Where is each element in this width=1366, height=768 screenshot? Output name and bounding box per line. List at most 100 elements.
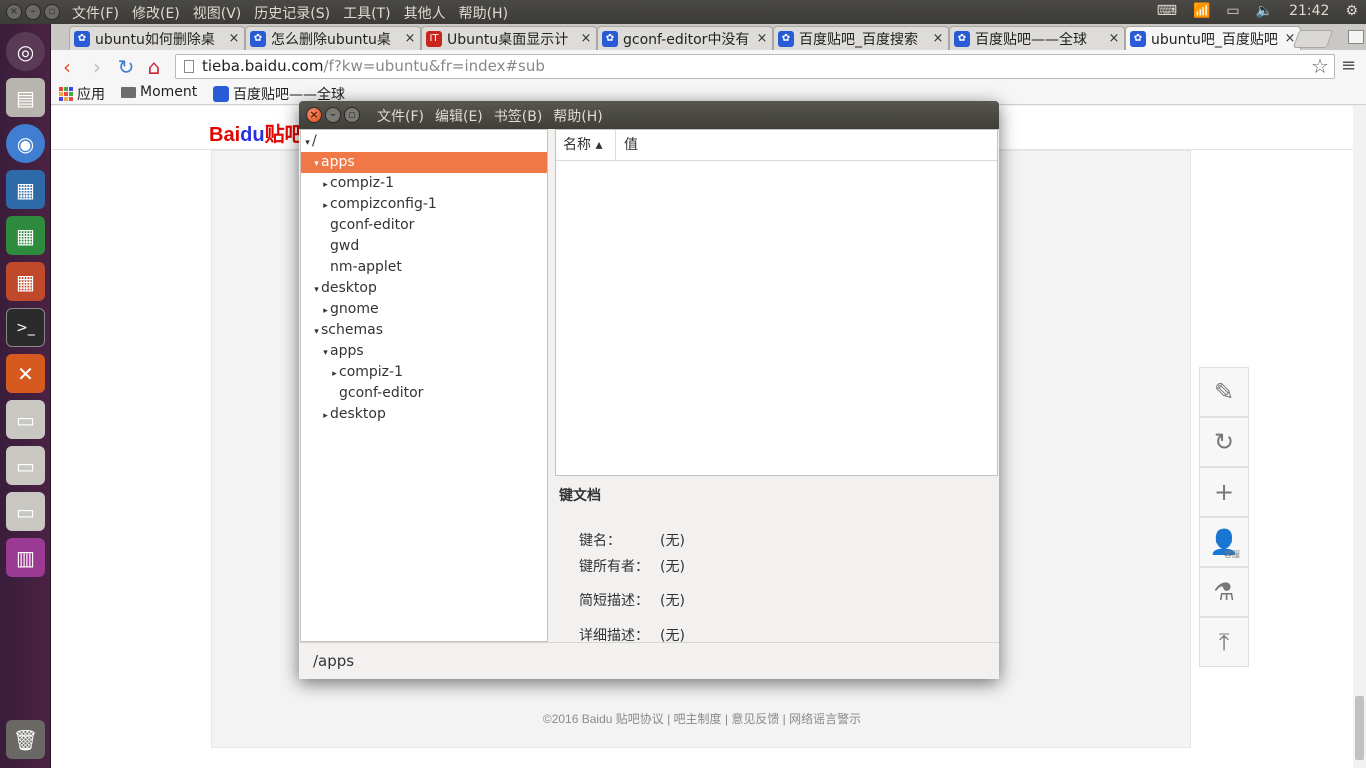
star-icon[interactable]: ☆ (1311, 54, 1329, 78)
dash-icon[interactable]: ◎ (6, 32, 45, 71)
expander-icon[interactable]: ▾ (312, 154, 321, 175)
terminal-icon[interactable]: >_ (6, 308, 45, 347)
volume-icon[interactable]: 🔈 (1256, 3, 1273, 19)
close-tab-icon[interactable]: × (404, 31, 416, 46)
lab-flask-icon[interactable]: ⚗ (1199, 567, 1249, 617)
back-icon[interactable]: ‹ (54, 54, 80, 80)
bookmark-moment[interactable]: Moment (121, 84, 197, 100)
tree-row-selected[interactable]: ▾ apps (301, 152, 547, 173)
menu-help[interactable]: 帮助(H) (459, 3, 508, 23)
address-bar[interactable]: tieba.baidu.com/f?kw=ubuntu&fr=index#sub (175, 54, 1335, 79)
tab[interactable]: ✿ ubuntu如何删除桌 × (69, 26, 245, 50)
page-scrollbar[interactable] (1353, 106, 1366, 768)
tree-row[interactable]: gwd (301, 236, 547, 257)
drive-icon[interactable]: ▭ (6, 400, 45, 439)
dialog-menu-edit[interactable]: 编辑(E) (435, 106, 483, 126)
expander-down-icon[interactable]: ▾ (303, 133, 312, 154)
dialog-menu-help[interactable]: 帮助(H) (553, 106, 602, 126)
tree-row[interactable]: nm-applet (301, 257, 547, 278)
baidu-tieba-logo[interactable]: Baidu贴吧 (209, 118, 305, 147)
tree-row[interactable]: ▸ compizconfig-1 (301, 194, 547, 215)
tree-row[interactable]: ▾ schemas (301, 320, 547, 341)
minimize-icon[interactable]: – (325, 107, 341, 123)
settings-tools-icon[interactable]: ✕ (6, 354, 45, 393)
customer-service-icon[interactable]: 👤 客服 (1199, 517, 1249, 567)
close-icon[interactable]: × (306, 107, 322, 123)
menu-tools[interactable]: 工具(T) (343, 3, 390, 23)
baidu-paw-icon: ✿ (74, 30, 90, 47)
dialog-menu-bookmarks[interactable]: 书签(B) (494, 106, 543, 126)
hamburger-menu-icon[interactable]: ≡ (1341, 55, 1356, 76)
tab-active[interactable]: ✿ ubuntu吧_百度贴吧 × (1125, 26, 1301, 50)
reload-icon[interactable]: ↻ (113, 54, 139, 80)
wifi-icon[interactable]: 📶 (1193, 3, 1210, 19)
tab[interactable]: ✿ 怎么删除ubuntu桌 × (245, 26, 421, 50)
expander-icon[interactable]: ▸ (321, 301, 330, 322)
dialog-titlebar[interactable]: × – ▫ 文件(F) 编辑(E) 书签(B) 帮助(H) (299, 101, 999, 129)
scroll-thumb[interactable] (1355, 696, 1364, 760)
tab[interactable]: ✿ 百度贴吧——全球 × (949, 26, 1125, 50)
keyboard-icon[interactable]: ⌨ (1157, 3, 1177, 19)
close-tab-icon[interactable]: × (1108, 31, 1120, 46)
bookmark-apps[interactable]: 应用 (59, 84, 105, 104)
expander-icon[interactable]: ▸ (321, 175, 330, 196)
menu-history[interactable]: 历史记录(S) (254, 3, 330, 23)
new-tab-button[interactable] (1292, 30, 1334, 48)
home-icon[interactable]: ⌂ (141, 54, 167, 80)
tree-row[interactable]: ▾ desktop (301, 278, 547, 299)
expander-icon[interactable]: ▸ (330, 364, 339, 385)
calc-icon[interactable]: ▦ (6, 216, 45, 255)
clock[interactable]: 21:42 (1289, 3, 1329, 19)
menu-file[interactable]: 文件(F) (72, 3, 119, 23)
close-icon[interactable]: × (6, 4, 22, 20)
chromium-icon[interactable]: ◉ (6, 124, 45, 163)
impress-icon[interactable]: ▦ (6, 262, 45, 301)
expander-icon[interactable]: ▾ (312, 280, 321, 301)
tab[interactable]: ✿ gconf-editor中没有 × (597, 26, 773, 50)
workspace-switcher-icon[interactable]: ▥ (6, 538, 45, 577)
tree-row[interactable]: gconf-editor (301, 383, 547, 404)
maximize-icon[interactable]: ▫ (44, 4, 60, 20)
expander-icon[interactable]: ▾ (321, 343, 330, 364)
tab[interactable]: ✿ 百度贴吧_百度搜索 × (773, 26, 949, 50)
tree-row[interactable]: ▸ gnome (301, 299, 547, 320)
drive-icon[interactable]: ▭ (6, 446, 45, 485)
writer-icon[interactable]: ▦ (6, 170, 45, 209)
menu-people[interactable]: 其他人 (404, 3, 446, 23)
key-tree[interactable]: ▾ / ▾ apps ▸ compiz-1 ▸ compizconfig-1 gconf… (300, 129, 548, 642)
back-to-top-icon[interactable]: ⤒ (1199, 617, 1249, 667)
menu-view[interactable]: 视图(V) (193, 3, 242, 23)
menu-edit[interactable]: 修改(E) (132, 3, 180, 23)
tree-row[interactable]: ▸ compiz-1 (301, 362, 547, 383)
edit-post-icon[interactable]: ✎ (1199, 367, 1249, 417)
maximize-icon[interactable]: ▫ (344, 107, 360, 123)
expander-icon[interactable]: ▸ (321, 406, 330, 427)
column-name-header[interactable]: 名称 ▴ (556, 130, 616, 161)
trash-icon[interactable]: 🗑 (6, 720, 45, 759)
add-icon[interactable]: + (1199, 467, 1249, 517)
key-value-list[interactable]: 名称 ▴ 值 (555, 129, 998, 476)
column-value-header[interactable]: 值 (624, 130, 638, 161)
expander-icon[interactable]: ▸ (321, 196, 330, 217)
dialog-menu-file[interactable]: 文件(F) (377, 106, 424, 126)
minimize-icon[interactable]: – (25, 4, 41, 20)
page-footer[interactable]: ©2016 Baidu 贴吧协议 | 吧主制度 | 意见反馈 | 网络谣言警示 (51, 710, 1353, 727)
battery-icon[interactable]: ▭ (1226, 3, 1239, 19)
forward-icon[interactable]: › (84, 54, 110, 80)
close-tab-icon[interactable]: × (228, 31, 240, 46)
close-tab-icon[interactable]: × (932, 31, 944, 46)
restore-window-icon[interactable] (1348, 30, 1364, 44)
tab[interactable]: IT Ubuntu桌面显示计 × (421, 26, 597, 50)
tree-row[interactable]: ▾ apps (301, 341, 547, 362)
gear-icon[interactable]: ⚙ (1345, 3, 1358, 19)
close-tab-icon[interactable]: × (580, 31, 592, 46)
close-tab-icon[interactable]: × (756, 31, 768, 46)
expander-icon[interactable]: ▾ (312, 322, 321, 343)
drive-icon[interactable]: ▭ (6, 492, 45, 531)
tree-row[interactable]: ▸ compiz-1 (301, 173, 547, 194)
refresh-icon[interactable]: ↻ (1199, 417, 1249, 467)
tree-row[interactable]: ▸ desktop (301, 404, 547, 425)
tree-row[interactable]: gconf-editor (301, 215, 547, 236)
files-icon[interactable]: ▤ (6, 78, 45, 117)
tree-row-root[interactable]: ▾ / (301, 131, 547, 152)
